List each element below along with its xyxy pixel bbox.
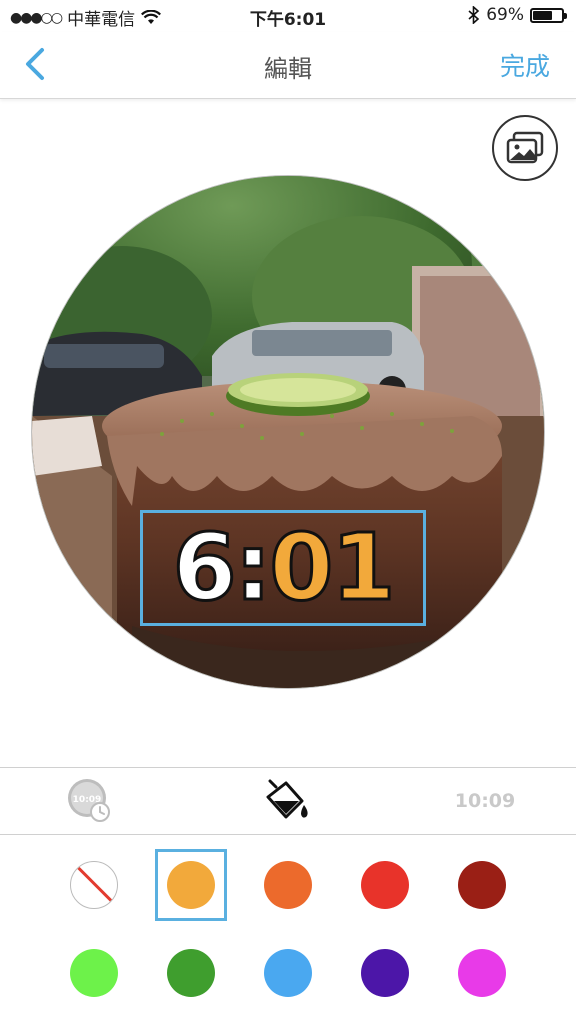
color-swatch-light-green[interactable] (58, 937, 130, 1009)
color-swatch-red[interactable] (349, 849, 421, 921)
no-color-icon (70, 861, 118, 909)
color-dot (458, 861, 506, 909)
status-right: 69% (468, 5, 567, 25)
battery-percent: 69% (486, 5, 524, 25)
color-fill-tab[interactable] (258, 768, 318, 834)
edit-toolbar: 10:09 10:09 (0, 767, 576, 835)
clock-style-tab[interactable]: 10:09 (60, 768, 120, 834)
color-dot (167, 861, 215, 909)
clock-style-icon: 10:09 (68, 779, 110, 822)
photo-library-icon (506, 131, 544, 164)
color-swatch-magenta[interactable] (446, 937, 518, 1009)
color-dot (361, 949, 409, 997)
battery-icon (530, 7, 567, 23)
color-swatch-green[interactable] (155, 937, 227, 1009)
color-dot (70, 949, 118, 997)
color-dot (264, 861, 312, 909)
bluetooth-icon (468, 6, 480, 24)
color-swatch-orange[interactable] (252, 849, 324, 921)
color-swatch-dark-red[interactable] (446, 849, 518, 921)
time-minutes: 01 (268, 514, 397, 621)
time-hours: 6: (171, 514, 273, 621)
color-swatch-orange-yellow[interactable] (155, 849, 227, 921)
battery-fill (533, 10, 552, 20)
color-dot (458, 949, 506, 997)
time-overlay[interactable]: 6: 01 (140, 510, 426, 626)
text-style-tab[interactable]: 10:09 (440, 768, 530, 834)
status-bar: ●●●○○ 中華電信 下午6:01 69% (0, 0, 576, 32)
color-swatch-light-blue[interactable] (252, 937, 324, 1009)
color-dot (361, 861, 409, 909)
color-swatch-purple[interactable] (349, 937, 421, 1009)
color-swatch-none[interactable] (58, 849, 130, 921)
color-dot (167, 949, 215, 997)
color-dot (264, 949, 312, 997)
photo-library-button[interactable] (492, 115, 558, 181)
page-title: 編輯 (264, 55, 312, 83)
paint-bucket-icon (266, 779, 308, 819)
nav-bar: 編輯 完成 (0, 32, 576, 99)
done-button[interactable]: 完成 (500, 47, 550, 83)
